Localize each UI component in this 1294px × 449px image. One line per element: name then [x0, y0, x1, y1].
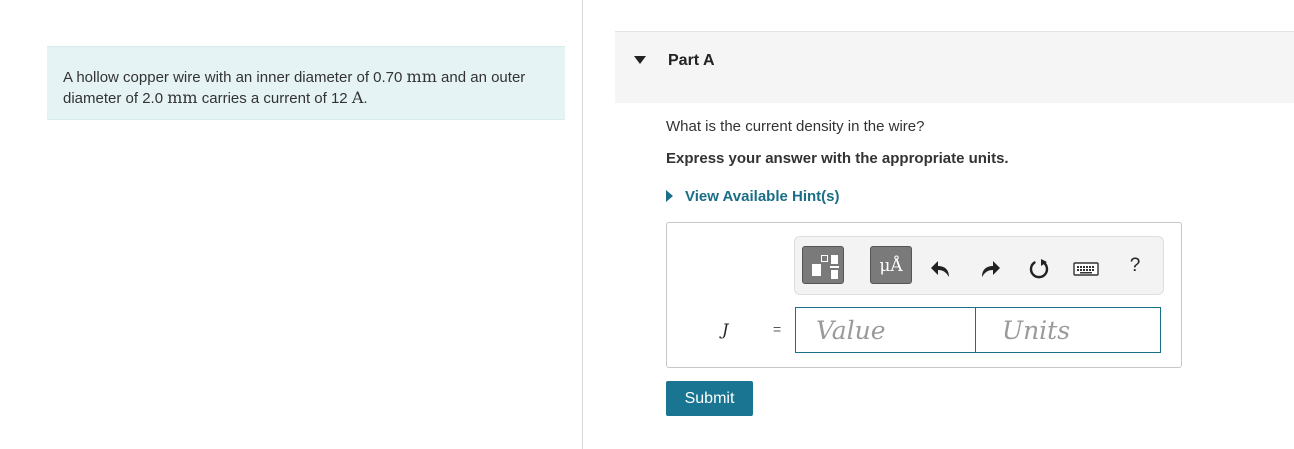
submit-button[interactable]: Submit — [666, 381, 753, 416]
keyboard-icon[interactable] — [1073, 256, 1099, 282]
answer-instruction: Express your answer with the appropriate… — [666, 150, 1009, 167]
problem-text-4: . — [363, 90, 368, 107]
units-button[interactable]: μÅ — [870, 246, 912, 284]
view-hints-link[interactable]: View Available Hint(s) — [666, 186, 840, 206]
unit-mm-inner: mm — [406, 67, 437, 86]
problem-text-1: A hollow copper wire with an inner diame… — [63, 69, 407, 86]
answer-box: μÅ ? J = — [666, 222, 1182, 368]
part-a-header[interactable]: Part A — [615, 31, 1294, 103]
value-input[interactable] — [795, 307, 976, 353]
problem-panel: A hollow copper wire with an inner diame… — [0, 0, 582, 449]
undo-icon[interactable] — [929, 257, 953, 281]
reset-icon[interactable] — [1027, 257, 1051, 281]
problem-text-3: carries a current of 12 — [197, 90, 352, 107]
panel-divider — [582, 0, 583, 449]
question-text: What is the current density in the wire? — [666, 118, 925, 135]
math-toolbar: μÅ ? — [794, 236, 1164, 295]
expand-caret-icon — [666, 190, 673, 202]
units-icon: μÅ — [879, 256, 903, 276]
unit-mm-outer: mm — [167, 88, 198, 107]
part-title: Part A — [668, 52, 715, 69]
help-icon[interactable]: ? — [1124, 255, 1146, 277]
view-hints-label: View Available Hint(s) — [685, 187, 840, 205]
problem-statement: A hollow copper wire with an inner diame… — [47, 46, 565, 120]
equals-sign: = — [773, 321, 782, 337]
collapse-caret-icon[interactable] — [634, 56, 646, 64]
templates-button[interactable] — [802, 246, 844, 284]
units-input[interactable] — [975, 307, 1161, 353]
unit-ampere: A — [351, 88, 364, 107]
redo-icon[interactable] — [978, 257, 1002, 281]
answer-variable: J — [722, 320, 729, 339]
